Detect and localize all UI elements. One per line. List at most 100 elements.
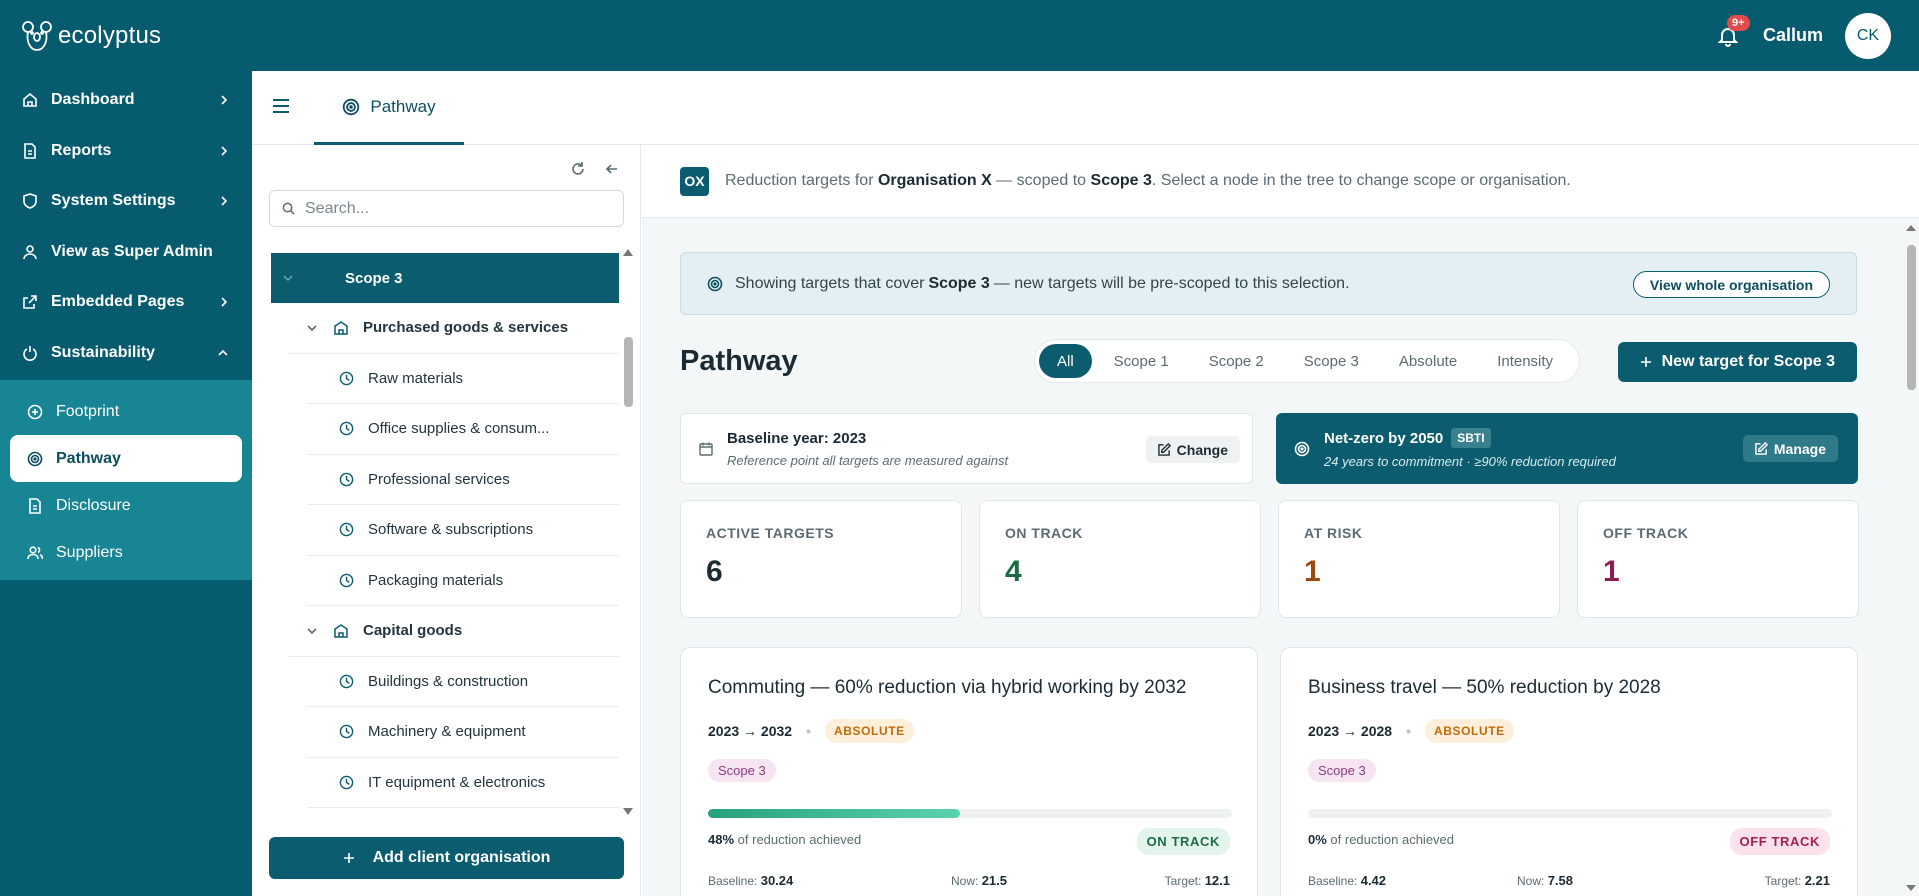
target-card[interactable]: Business travel — 50% reduction by 2028 … — [1280, 647, 1858, 896]
target-value: Target: 12.1 — [1164, 873, 1230, 888]
tree-scrollbar[interactable] — [621, 245, 635, 820]
chevron-right-icon — [220, 146, 228, 156]
sustainability-subnav: Footprint Pathway Disclosure Suppliers — [0, 380, 252, 580]
context-text: Reduction targets for Organisation X — s… — [725, 172, 1571, 189]
tree-leaf[interactable]: Software & subscriptions — [307, 505, 619, 556]
target-type-badge: ABSOLUTE — [824, 719, 914, 743]
sidebar-item-view-as-super-admin[interactable]: View as Super Admin — [0, 227, 252, 278]
external-link-icon — [22, 294, 38, 310]
calendar-icon — [699, 442, 713, 456]
filter-scope-2[interactable]: Scope 2 — [1191, 344, 1282, 378]
target-meta: 2023 → 2028 • ABSOLUTE — [1308, 719, 1857, 743]
target-meta: 2023 → 2032 • ABSOLUTE — [708, 719, 1257, 743]
status-badge: OFF TRACK — [1729, 828, 1830, 855]
hamburger-icon — [272, 98, 290, 114]
sidebar-subitem-footprint[interactable]: Footprint — [10, 388, 242, 435]
power-icon — [22, 345, 38, 361]
stat-value: 6 — [706, 555, 723, 588]
filter-scope-3[interactable]: Scope 3 — [1286, 344, 1377, 378]
sidebar-item-label: Reports — [51, 141, 112, 159]
sidebar-item-sustainability[interactable]: Sustainability — [0, 328, 252, 379]
plus-circle-icon — [27, 404, 43, 420]
clock-icon — [339, 421, 354, 436]
notifications-button[interactable]: 9+ — [1713, 14, 1750, 51]
tree-leaf[interactable]: Office supplies & consum... — [307, 404, 619, 455]
search-input[interactable] — [305, 199, 605, 218]
tree-leaf[interactable]: Machinery & equipment — [307, 707, 619, 758]
menu-toggle-button[interactable] — [272, 98, 290, 114]
sidebar-item-system-settings[interactable]: System Settings — [0, 176, 252, 227]
tree-leaf[interactable]: IT equipment & electronics — [307, 758, 619, 808]
target-title: Business travel — 50% reduction by 2028 — [1308, 677, 1661, 698]
add-client-organisation-button[interactable]: Add client organisation — [269, 837, 624, 879]
sidebar-subitem-label: Suppliers — [56, 543, 123, 561]
target-icon — [27, 451, 43, 467]
content-scrollbar[interactable] — [1903, 221, 1919, 896]
manage-netzero-button[interactable]: Manage — [1742, 435, 1838, 462]
tree-node-label: Purchased goods & services — [363, 319, 569, 337]
tree-leaf[interactable]: Buildings & construction — [307, 657, 619, 707]
collapse-panel-icon[interactable] — [604, 161, 620, 177]
change-baseline-button[interactable]: Change — [1145, 436, 1240, 463]
target-value: Target: 2.21 — [1764, 873, 1830, 888]
tab-pathway[interactable]: Pathway — [314, 71, 464, 145]
tree-tools — [570, 161, 620, 177]
tree-node-label: Raw materials — [368, 369, 464, 387]
refresh-icon[interactable] — [570, 161, 586, 177]
baseline-value: Baseline: 4.42 — [1308, 873, 1387, 888]
target-icon — [342, 98, 360, 116]
new-target-button[interactable]: New target for Scope 3 — [1617, 342, 1857, 382]
tree-leaf[interactable]: Packaging materials — [307, 556, 619, 606]
tree-node-group[interactable]: Purchased goods & services — [289, 303, 619, 354]
target-card[interactable]: Commuting — 60% reduction via hybrid wor… — [680, 647, 1258, 896]
filter-all[interactable]: All — [1039, 344, 1092, 378]
netzero-subtitle: 24 years to commitment · ≥90% reduction … — [1324, 454, 1616, 469]
clock-icon — [339, 522, 354, 537]
filter-absolute[interactable]: Absolute — [1381, 344, 1475, 378]
filter-scope-1[interactable]: Scope 1 — [1096, 344, 1187, 378]
sidebar-subitem-label: Footprint — [56, 402, 120, 420]
user-name[interactable]: Callum — [1763, 25, 1823, 46]
org-badge: OX — [680, 166, 709, 196]
user-icon — [22, 244, 38, 260]
filter-intensity[interactable]: Intensity — [1479, 344, 1571, 378]
target-scope-badge: Scope 3 — [708, 759, 776, 782]
document-icon — [22, 142, 38, 159]
sidebar-item-label: View as Super Admin — [51, 242, 213, 260]
target-type-badge: ABSOLUTE — [1424, 719, 1514, 743]
target-scope-badge: Scope 3 — [1308, 759, 1376, 782]
baseline-subtitle: Reference point all targets are measured… — [727, 452, 1009, 468]
stat-value: 4 — [1005, 555, 1022, 588]
tree-node-group[interactable]: Capital goods — [289, 606, 619, 657]
avatar[interactable]: CK — [1845, 12, 1891, 59]
brand[interactable]: ecolyptus — [0, 19, 161, 53]
tree-leaf[interactable]: Professional services — [307, 455, 619, 505]
view-whole-organisation-button[interactable]: View whole organisation — [1632, 271, 1830, 298]
tree-node-scope-3[interactable]: Scope 3 — [271, 253, 619, 303]
sidebar-item-dashboard[interactable]: Dashboard — [0, 75, 252, 126]
chevron-down-icon — [283, 274, 301, 282]
scope-note: Showing targets that cover Scope 3— new t… — [680, 252, 1857, 315]
stat-on-track: ON TRACK 4 — [979, 500, 1261, 618]
stat-value: 1 — [1304, 555, 1321, 588]
chevron-down-icon — [307, 627, 319, 635]
chevron-down-icon — [307, 324, 319, 332]
sidebar: Dashboard Reports System Settings View a… — [0, 71, 252, 896]
sidebar-subitem-pathway[interactable]: Pathway — [10, 435, 242, 482]
tree-node-label: Professional services — [368, 470, 510, 488]
sidebar-subitem-disclosure[interactable]: Disclosure — [10, 482, 242, 529]
target-years: 2023 → 2028 — [1308, 723, 1393, 739]
tree-leaf[interactable]: Raw materials — [307, 354, 619, 404]
chevron-up-icon — [218, 349, 228, 357]
sidebar-item-embedded-pages[interactable]: Embedded Pages — [0, 277, 252, 328]
stat-value: 1 — [1603, 555, 1620, 588]
stat-active-targets: ACTIVE TARGETS 6 — [680, 500, 962, 618]
sidebar-subitem-label: Disclosure — [56, 496, 131, 514]
status-badge: ON TRACK — [1136, 828, 1230, 855]
tree-node-label: Buildings & construction — [368, 672, 529, 690]
top-bar: ecolyptus 9+ Callum CK — [0, 0, 1919, 71]
sidebar-subitem-suppliers[interactable]: Suppliers — [10, 529, 242, 576]
sidebar-item-reports[interactable]: Reports — [0, 126, 252, 177]
now-value: Now: 7.58 — [1517, 873, 1573, 888]
tab-label: Pathway — [370, 96, 436, 116]
